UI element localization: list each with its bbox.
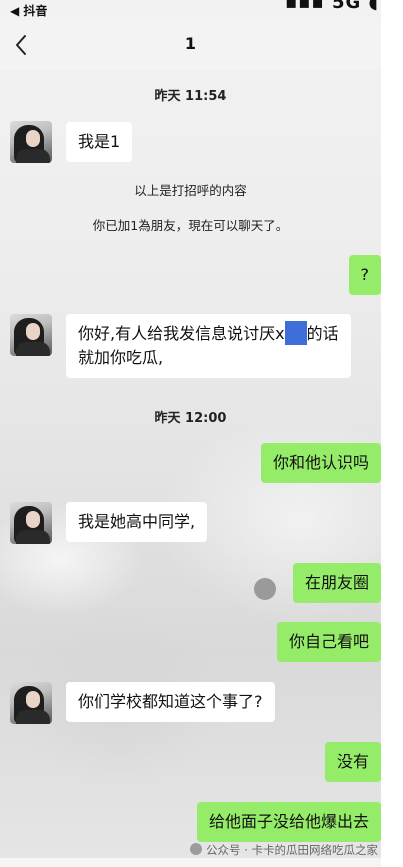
message-text: 的话 xyxy=(306,324,339,343)
message-bubble-sent[interactable]: ? xyxy=(348,255,381,295)
message-text: 你好,有人给我发信息说讨厌x xyxy=(78,324,285,343)
message-text: 就加你吃瓜, xyxy=(78,348,164,367)
message-bubble-received[interactable]: 你们学校都知道这个事了? xyxy=(66,682,275,722)
chat-header: 1 xyxy=(0,20,381,70)
message-bubble-received[interactable]: 我是1 xyxy=(66,122,133,162)
status-bar: ◀ 抖音 ▪▪▪ 5G ◖ xyxy=(0,0,381,20)
contact-avatar[interactable] xyxy=(10,682,52,724)
contact-avatar[interactable] xyxy=(10,502,52,544)
message-bubble-sent[interactable]: 在朋友圈 xyxy=(292,563,381,603)
chat-screen: ◀ 抖音 ▪▪▪ 5G ◖ 1 昨天 11:54 我是1 以上是打招呼的内容 你… xyxy=(0,0,381,867)
signal-battery-indicator: ▪▪▪ 5G ◖ xyxy=(285,0,379,13)
chat-title: 1 xyxy=(184,34,197,53)
back-to-app-link[interactable]: ◀ 抖音 xyxy=(10,2,47,19)
message-bubble-sent[interactable]: 给他面子没给他爆出去 xyxy=(196,802,381,842)
timestamp: 昨天 11:54 xyxy=(154,89,227,104)
contact-avatar[interactable] xyxy=(10,314,52,356)
timestamp: 昨天 12:00 xyxy=(154,411,227,426)
contact-avatar[interactable] xyxy=(10,121,52,163)
system-message: 你已加1為朋友，現在可以聊天了。 xyxy=(92,218,289,233)
message-bubble-sent[interactable]: 你自己看吧 xyxy=(276,622,381,662)
message-bubble-received[interactable]: 你好,有人给我发信息说讨厌x 的话 就加你吃瓜, xyxy=(66,314,351,378)
input-bar-edge xyxy=(0,858,381,867)
message-bubble-received[interactable]: 我是她高中同学, xyxy=(66,502,208,542)
message-bubble-sent[interactable]: 你和他认识吗 xyxy=(260,443,381,483)
message-bubble-sent[interactable]: 没有 xyxy=(324,742,381,782)
censor-box xyxy=(284,320,307,345)
watermark: 公众号 · 卡卡的瓜田网络吃瓜之家 xyxy=(190,842,378,858)
floating-dot xyxy=(254,578,276,600)
system-message: 以上是打招呼的内容 xyxy=(134,183,247,198)
watermark-text: 公众号 · 卡卡的瓜田网络吃瓜之家 xyxy=(206,843,378,857)
wechat-icon xyxy=(190,843,202,855)
